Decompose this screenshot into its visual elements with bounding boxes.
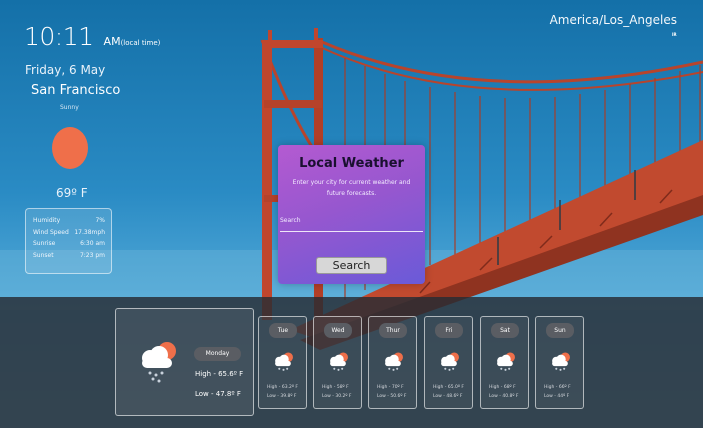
forecast-low: Low - 40.8º F [489,394,519,399]
local-weather-card: Local Weather Enter your city for curren… [278,145,425,284]
detail-label: Wind Speed [33,228,69,236]
clock-ampm: AM(local time) [104,35,161,48]
detail-label: Sunset [33,251,54,259]
detail-row-wind-speed: Wind Speed 17.38mph [33,227,105,239]
forecast-low: Low - 48.6º F [433,394,463,399]
cloud-sun-rain-icon [275,352,293,371]
clock-time: 10:11 [24,22,94,51]
forecast-card-thur[interactable]: Thur High - 70º F Low - 50.6º F [368,316,417,409]
day-pill: Sun [546,323,574,338]
day-pill: Sat [491,323,519,338]
today-forecast-card[interactable]: Monday High - 65.6º F Low - 47.8º F [115,308,254,416]
day-pill: Fri [435,323,463,338]
detail-row-sunrise: Sunrise 6:30 am [33,238,105,250]
forecast-high: High - 65.0º F [433,385,464,390]
detail-value: 7% [95,217,105,224]
detail-row-humidity: Humidity 7% [33,215,105,227]
current-date: Friday, 6 May [25,63,106,77]
weather-details-panel: Humidity 7% Wind Speed 17.38mph Sunrise … [25,208,112,274]
forecast-high: High - 66º F [544,385,571,390]
day-pill: Thur [379,323,407,338]
forecast-panel: Monday High - 65.6º F Low - 47.8º F Tue … [0,297,703,428]
current-temperature: 69º F [56,186,88,200]
detail-label: Sunrise [33,240,56,247]
city-search-input[interactable] [280,221,423,231]
card-title: Local Weather [299,156,404,171]
forecast-high: High - 68º F [489,385,516,390]
detail-value: 7:23 pm [79,251,105,259]
forecast-low: Low - 39.8º F [267,394,297,399]
today-high-temp: High - 65.6º F [195,370,244,378]
forecast-card-sun[interactable]: Sun High - 66º F Low - 44º F [535,316,584,409]
detail-label: Humidity [33,217,61,224]
forecast-high: High - 63.2º F [267,385,298,390]
cloud-sun-rain-icon [552,352,570,371]
detail-value: 6:30 am [80,240,105,247]
search-underline [280,231,423,232]
day-pill: Wed [324,323,352,338]
cloud-sun-rain-icon [142,342,176,383]
detail-row-sunset: Sunset 7:23 pm [33,250,105,262]
forecast-high: High - 70º F [377,385,404,390]
day-pill: Tue [269,323,297,338]
card-description: Enter your city for current weather and … [292,179,411,197]
cloud-sun-rain-icon [497,352,515,371]
timezone-label: America/Los_Angeles [549,13,677,27]
weather-condition: Sunny [60,104,79,111]
clock-ampm-value: AM [103,35,121,48]
forecast-card-wed[interactable]: Wed High - 58º F Low - 30.2º F [313,316,362,409]
timezone-mark: IR [672,32,677,37]
clock: 10:11 AM(local time) [24,22,160,51]
cloud-sun-rain-icon [330,352,348,371]
forecast-low: Low - 30.2º F [322,394,352,399]
forecast-high: High - 58º F [322,385,349,390]
forecast-card-tue[interactable]: Tue High - 63.2º F Low - 39.8º F [258,316,307,409]
detail-value: 17.38mph [74,228,105,236]
forecast-low: Low - 50.6º F [377,394,407,399]
day-pill-today: Monday [194,347,241,361]
search-button[interactable]: Search [316,257,387,274]
today-low-temp: Low - 47.8º F [195,390,241,398]
city-name: San Francisco [31,83,121,98]
forecast-low: Low - 44º F [544,394,570,399]
cloud-sun-rain-icon [385,352,403,371]
forecast-card-fri[interactable]: Fri High - 65.0º F Low - 48.6º F [424,316,473,409]
sun-icon [52,127,88,169]
cloud-sun-rain-icon [441,352,459,371]
forecast-card-sat[interactable]: Sat High - 68º F Low - 40.8º F [480,316,529,409]
clock-local-note: (local time) [120,39,161,47]
